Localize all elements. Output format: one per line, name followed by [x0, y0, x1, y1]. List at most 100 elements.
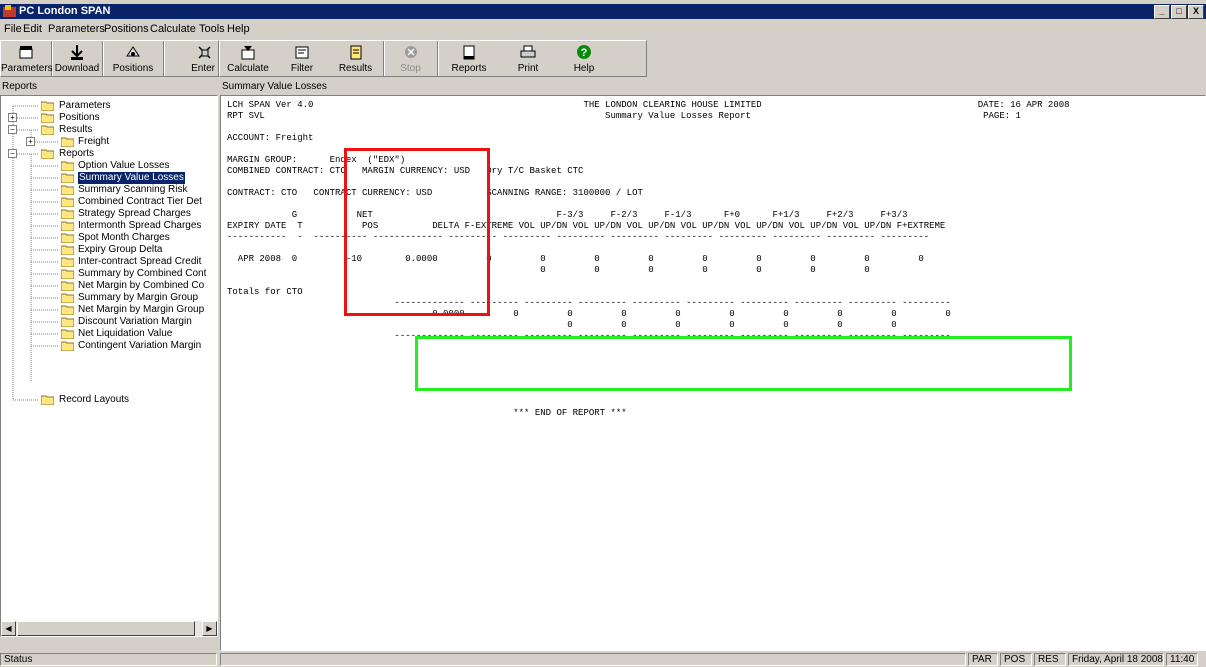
minimize-button[interactable]: _ [1154, 5, 1170, 19]
positions-icon [126, 46, 140, 57]
reports-button[interactable]: Reports [438, 41, 500, 76]
report-line: ------------- --------- --------- ------… [227, 298, 951, 308]
tree-item-results[interactable]: − Results [1, 124, 217, 136]
folder-icon [61, 161, 74, 171]
report-line: Totals for CTO [227, 287, 303, 297]
report-line: RPT SVL Summary Value Losses Report PAGE… [227, 111, 1021, 121]
tree-item-label: Summary Value Losses [78, 172, 185, 184]
tree-item-report[interactable]: Combined Contract Tier Det [1, 196, 217, 208]
filter-button[interactable]: Filter [276, 41, 328, 76]
tree-item-label: Summary by Combined Cont [78, 268, 207, 279]
tree-item-report[interactable]: Summary by Combined Cont [1, 268, 217, 280]
tree-item-report[interactable]: Summary Value Losses [1, 172, 217, 184]
scroll-thumb[interactable] [17, 621, 195, 636]
tree-item-report[interactable]: Inter-contract Spread Credit [1, 256, 217, 268]
window-title: PC London SPAN [19, 5, 111, 17]
tree-item-positions[interactable]: + Positions [1, 112, 217, 124]
expand-icon[interactable]: + [8, 113, 17, 122]
status-par: PAR [968, 653, 998, 666]
print-icon [520, 45, 536, 58]
report-line: EXPIRY DATE T POS DELTA F-EXTREME VOL UP… [227, 221, 946, 231]
tree-item-label: Contingent Variation Margin [78, 340, 202, 351]
positions-button[interactable]: Positions [103, 41, 164, 76]
reports-tree[interactable]: Parameters + Positions − Results + Freig… [0, 95, 218, 637]
close-button[interactable]: X [1188, 5, 1204, 19]
folder-icon [61, 341, 74, 351]
tree-item-report[interactable]: Strategy Spread Charges [1, 208, 217, 220]
collapse-icon[interactable]: − [8, 149, 17, 158]
highlight-totals [415, 336, 1072, 391]
menu-tools[interactable]: Tools [199, 23, 225, 35]
tree-item-report[interactable]: Net Margin by Combined Co [1, 280, 217, 292]
tree-horizontal-scrollbar[interactable]: ◀ ▶ [1, 621, 217, 636]
enter-button[interactable]: Enter [164, 41, 217, 76]
tree-item-freight[interactable]: + Freight [1, 136, 217, 148]
tree-item-report[interactable]: Net Margin by Margin Group [1, 304, 217, 316]
tree-item-parameters[interactable]: Parameters [1, 100, 217, 112]
tree-item-report[interactable]: Intermonth Spread Charges [1, 220, 217, 232]
folder-icon [61, 137, 74, 147]
report-text: LCH SPAN Ver 4.0 THE LONDON CLEARING HOU… [220, 95, 1206, 651]
maximize-button[interactable]: □ [1171, 5, 1187, 19]
toolbar: Parameters Download Positions Enter Calc… [0, 40, 1206, 78]
menu-positions[interactable]: Positions [104, 23, 149, 35]
tree-item-report[interactable]: Spot Month Charges [1, 232, 217, 244]
collapse-icon[interactable]: − [8, 125, 17, 134]
tree-item-record-layouts[interactable]: Record Layouts [1, 394, 217, 406]
results-button[interactable]: Results [328, 41, 384, 76]
help-button[interactable]: ? Help [556, 41, 612, 76]
expand-icon[interactable]: + [26, 137, 35, 146]
stop-button[interactable]: Stop [384, 41, 438, 76]
tree-item-label: Discount Variation Margin [78, 316, 192, 327]
folder-icon [41, 395, 54, 405]
menu-file[interactable]: File [4, 23, 22, 35]
report-line: G NET F-3/3 F-2/3 F-1/3 F+0 F+1/3 F+2/3 … [227, 210, 908, 220]
menu-help[interactable]: Help [227, 23, 250, 35]
tree-item-report[interactable]: Net Liquidation Value [1, 328, 217, 340]
open-folder-icon [41, 149, 54, 159]
folder-icon [61, 281, 74, 291]
status-date: Friday, April 18 2008 [1068, 653, 1164, 666]
tree-item-label: Net Margin by Margin Group [78, 304, 205, 315]
folder-icon [61, 269, 74, 279]
tree-item-report[interactable]: Discount Variation Margin [1, 316, 217, 328]
calculate-icon [241, 46, 255, 60]
folder-icon [61, 197, 74, 207]
menu-calculate[interactable]: Calculate [150, 23, 196, 35]
tree-item-report[interactable]: Summary Scanning Risk [1, 184, 217, 196]
folder-icon [61, 221, 74, 231]
results-icon [350, 45, 361, 60]
folder-icon [41, 125, 54, 135]
tree-item-report[interactable]: Summary by Margin Group [1, 292, 217, 304]
reports-pane-header: Reports [2, 81, 38, 92]
report-line: ACCOUNT: Freight [227, 133, 314, 143]
status-res: RES [1034, 653, 1066, 666]
tree-item-label: Inter-contract Spread Credit [78, 256, 202, 267]
folder-icon [61, 185, 74, 195]
tree-item-report[interactable]: Contingent Variation Margin [1, 340, 217, 352]
tree-item-report[interactable]: Expiry Group Delta [1, 244, 217, 256]
tree-item-reports[interactable]: − Reports [1, 148, 217, 160]
menu-edit[interactable]: Edit [23, 23, 42, 35]
enter-icon [197, 46, 211, 59]
tree-item-label: Strategy Spread Charges [78, 208, 191, 219]
scroll-right-icon[interactable]: ▶ [202, 621, 217, 636]
reports-icon [463, 45, 475, 60]
parameters-button[interactable]: Parameters [1, 41, 53, 76]
report-pane: Summary Value Losses LCH SPAN Ver 4.0 TH… [220, 80, 1206, 651]
report-line: ----------- - ---------- ------------- -… [227, 232, 930, 242]
status-text: Status [0, 653, 217, 666]
status-time: 11:40 [1166, 653, 1198, 666]
scroll-left-icon[interactable]: ◀ [1, 621, 16, 636]
folder-icon [61, 257, 74, 267]
folder-icon [61, 173, 74, 183]
menu-bar: File Edit Parameters Positions Calculate… [0, 21, 1206, 38]
print-button[interactable]: Print [500, 41, 556, 76]
folder-icon [61, 209, 74, 219]
download-button[interactable]: Download [52, 41, 103, 76]
report-pane-header: Summary Value Losses [222, 81, 327, 92]
folder-icon [61, 305, 74, 315]
calculate-button[interactable]: Calculate [220, 41, 276, 76]
tree-item-report[interactable]: Option Value Losses [1, 160, 217, 172]
menu-parameters[interactable]: Parameters [48, 23, 105, 35]
